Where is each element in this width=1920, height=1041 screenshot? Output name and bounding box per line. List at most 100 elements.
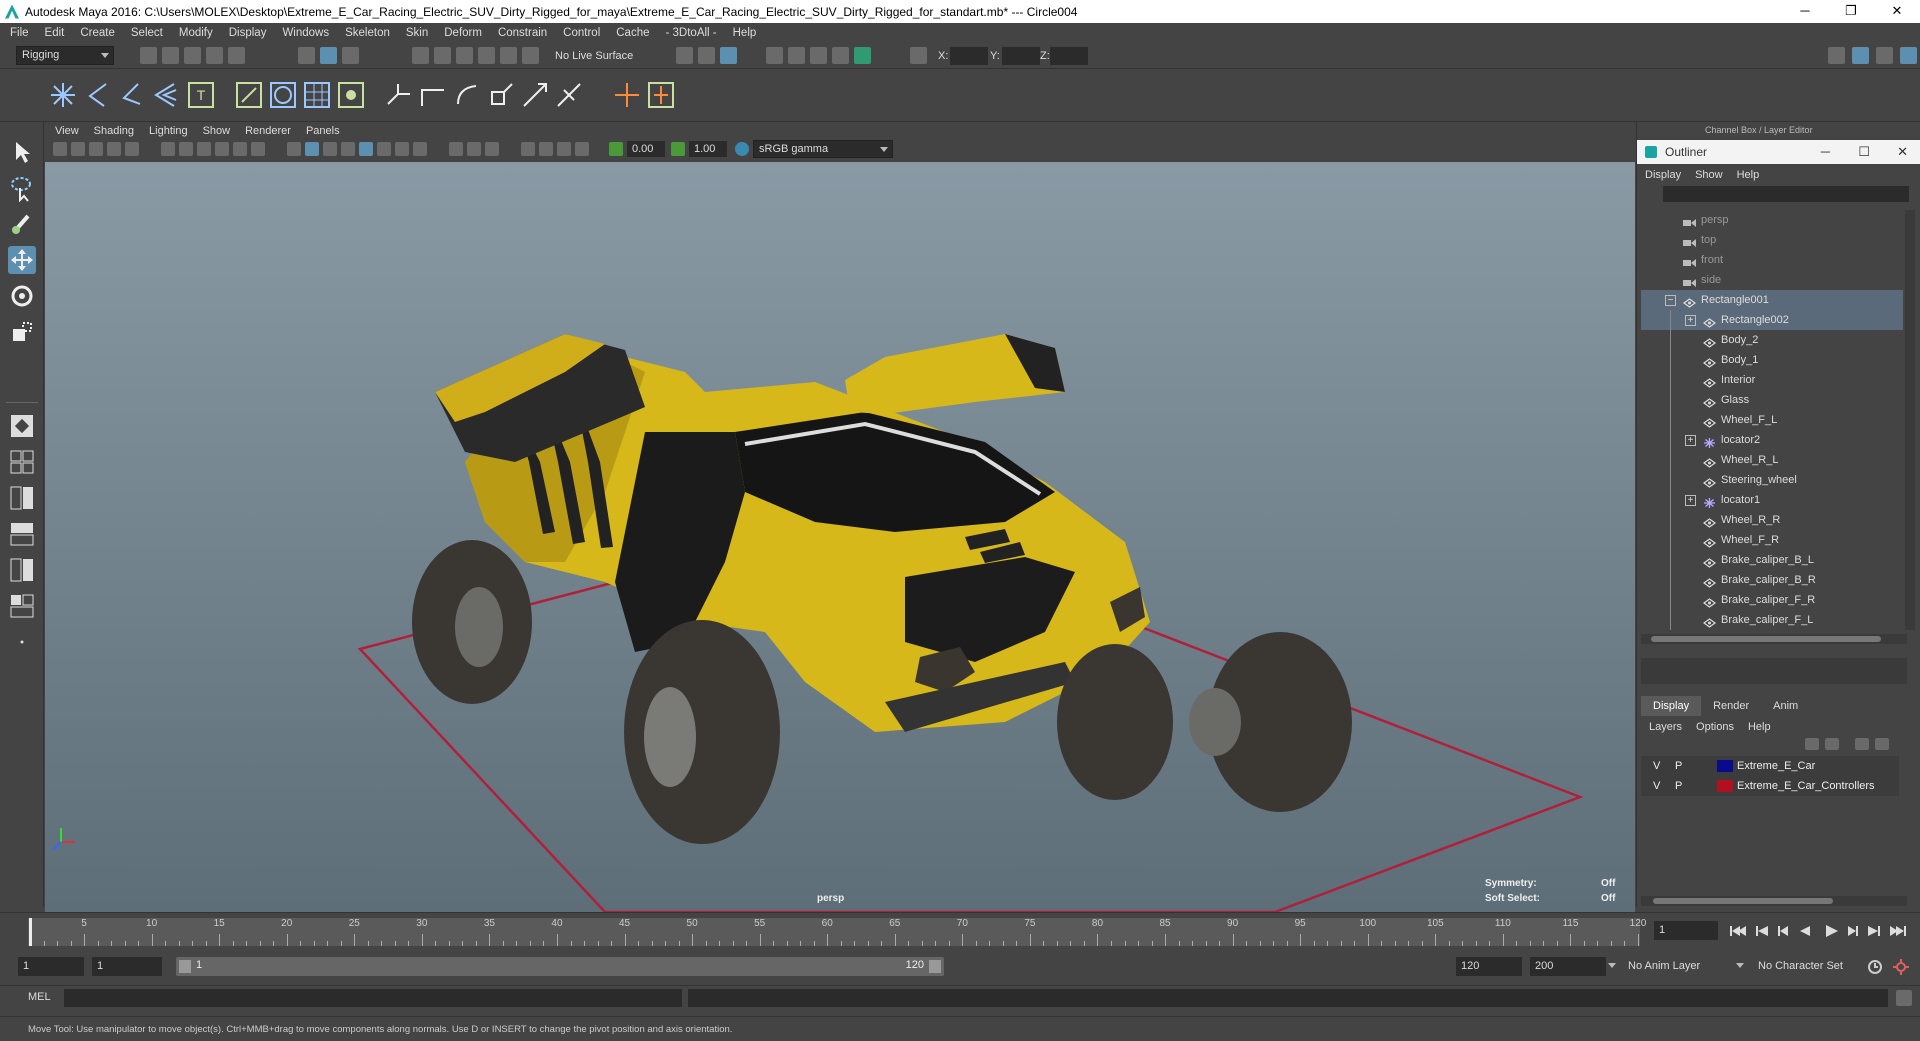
vp-menu-renderer[interactable]: Renderer: [245, 125, 291, 137]
menu-select[interactable]: Select: [131, 27, 163, 39]
collapse-icon[interactable]: −: [1665, 295, 1676, 306]
shadows-icon[interactable]: [395, 142, 409, 156]
viewport-canvas[interactable]: persp Symmetry: Off Soft Select: Off: [45, 162, 1635, 912]
step-forward-key-icon[interactable]: [1868, 926, 1880, 936]
film-gate-icon[interactable]: [179, 142, 193, 156]
outliner-item[interactable]: Brake_caliper_F_L: [1641, 610, 1903, 630]
close-button[interactable]: ✕: [1874, 0, 1920, 23]
channel-box-icon[interactable]: [1900, 47, 1917, 64]
wheel-r-l[interactable]: [412, 540, 532, 704]
depth-of-field-icon[interactable]: [485, 142, 499, 156]
start-frame-field[interactable]: 1: [18, 957, 84, 976]
step-forward-frame-icon[interactable]: [1848, 926, 1858, 936]
wheel-f-l[interactable]: [624, 620, 780, 844]
menu-windows[interactable]: Windows: [282, 27, 329, 39]
joint-tool-icon[interactable]: [48, 80, 78, 110]
minimize-button[interactable]: ─: [1782, 0, 1828, 23]
current-frame-field[interactable]: 1: [1654, 921, 1718, 940]
move-layer-down-icon[interactable]: [1825, 738, 1839, 750]
expand-icon[interactable]: +: [1685, 315, 1696, 326]
script-editor-icon[interactable]: [1896, 990, 1912, 1006]
attribute-editor-icon[interactable]: [1852, 47, 1869, 64]
menu-deform[interactable]: Deform: [444, 27, 482, 39]
render-settings-icon[interactable]: [832, 47, 849, 64]
exposure-icon[interactable]: [609, 142, 623, 156]
exposure-field[interactable]: 0.00: [627, 141, 665, 157]
parent-constraint-icon[interactable]: [384, 80, 414, 110]
gamma-icon[interactable]: [671, 142, 685, 156]
textured-icon[interactable]: [359, 142, 373, 156]
outliner-close-button[interactable]: ✕: [1897, 140, 1908, 164]
go-to-start-icon[interactable]: [1730, 926, 1746, 936]
menu-control[interactable]: Control: [563, 27, 600, 39]
menu-display[interactable]: Display: [229, 27, 267, 39]
step-back-key-icon[interactable]: [1756, 926, 1768, 936]
layer-horizontal-scrollbar[interactable]: [1641, 896, 1907, 906]
gate-mask-icon[interactable]: [215, 142, 229, 156]
menu-help[interactable]: Help: [733, 27, 757, 39]
lattice-icon[interactable]: [302, 80, 332, 110]
wireframe-icon[interactable]: [287, 142, 301, 156]
animation-prefs-icon[interactable]: [1892, 958, 1910, 976]
color-management-icon[interactable]: [735, 142, 749, 156]
range-end-field[interactable]: 120: [1456, 957, 1522, 976]
xray-joints-icon[interactable]: [557, 142, 571, 156]
vp-menu-panels[interactable]: Panels: [306, 125, 340, 137]
input-ops-icon[interactable]: [676, 47, 693, 64]
outliner-item[interactable]: Body_1: [1641, 350, 1903, 370]
insert-joint-icon[interactable]: [150, 80, 180, 110]
layer-tab-anim[interactable]: Anim: [1761, 696, 1810, 716]
menu-create[interactable]: Create: [80, 27, 115, 39]
expand-icon[interactable]: +: [1685, 495, 1696, 506]
layer-type-slot[interactable]: [1697, 780, 1713, 792]
single-pane-layout-icon[interactable]: [8, 412, 36, 440]
command-input[interactable]: [64, 989, 682, 1007]
xray-components-icon[interactable]: [575, 142, 589, 156]
outliner-item[interactable]: Wheel_F_R: [1641, 530, 1903, 550]
paint-select-icon[interactable]: [8, 210, 36, 238]
undo-icon[interactable]: [206, 47, 223, 64]
outliner-item[interactable]: Brake_caliper_B_L: [1641, 550, 1903, 570]
render-view-icon[interactable]: [766, 47, 783, 64]
layer-menu-layers[interactable]: Layers: [1649, 718, 1682, 736]
go-to-end-icon[interactable]: [1890, 926, 1906, 936]
menuset-dropdown[interactable]: Rigging: [16, 46, 114, 65]
outliner-item[interactable]: Wheel_F_L: [1641, 410, 1903, 430]
scale-tool-icon[interactable]: [8, 318, 36, 346]
menu-edit[interactable]: Edit: [45, 27, 65, 39]
select-hierarchy-icon[interactable]: [298, 47, 315, 64]
layer-visibility-toggle[interactable]: V: [1653, 756, 1660, 776]
use-all-lights-icon[interactable]: [377, 142, 391, 156]
modeling-toolkit-icon[interactable]: [1828, 47, 1845, 64]
point-constraint-icon[interactable]: [418, 80, 448, 110]
cluster-icon[interactable]: [336, 80, 366, 110]
hypershade-icon[interactable]: [854, 47, 871, 64]
vp-menu-lighting[interactable]: Lighting: [149, 125, 188, 137]
snap-vertex-icon[interactable]: [522, 47, 539, 64]
layer-tab-display[interactable]: Display: [1641, 696, 1702, 716]
save-scene-icon[interactable]: [184, 47, 201, 64]
ik-spline-icon[interactable]: [116, 80, 146, 110]
outliner-maximize-button[interactable]: ☐: [1858, 140, 1870, 164]
expand-icon[interactable]: +: [1685, 435, 1696, 446]
rotate-tool-icon[interactable]: [8, 282, 36, 310]
vp-menu-shading[interactable]: Shading: [94, 125, 134, 137]
render-frame-icon[interactable]: [788, 47, 805, 64]
layer-menu-help[interactable]: Help: [1748, 718, 1771, 736]
2d-pan-zoom-icon[interactable]: [125, 142, 139, 156]
y-coord-field[interactable]: [1002, 47, 1040, 65]
bind-skin-icon[interactable]: [234, 80, 264, 110]
layer-type-slot[interactable]: [1697, 760, 1713, 772]
menu-3dtoall[interactable]: - 3DtoAll -: [666, 27, 717, 39]
time-ruler[interactable]: 5 10 15 20 25 30 35 40 45 50 55 60 65 70 75 80 85 90 95 100…: [28, 918, 1646, 946]
new-scene-icon[interactable]: [140, 47, 157, 64]
four-pane-layout-icon[interactable]: [8, 448, 36, 476]
transform-field-icon[interactable]: [910, 47, 927, 64]
layer-playback-toggle[interactable]: P: [1675, 756, 1682, 776]
camera-bookmark-icon[interactable]: [71, 142, 85, 156]
anti-aliasing-icon[interactable]: [467, 142, 481, 156]
outliner-item[interactable]: persp: [1641, 210, 1903, 230]
grid-toggle-icon[interactable]: [161, 142, 175, 156]
anim-end-field[interactable]: 200: [1530, 957, 1606, 976]
layer-color-swatch[interactable]: [1717, 780, 1733, 792]
